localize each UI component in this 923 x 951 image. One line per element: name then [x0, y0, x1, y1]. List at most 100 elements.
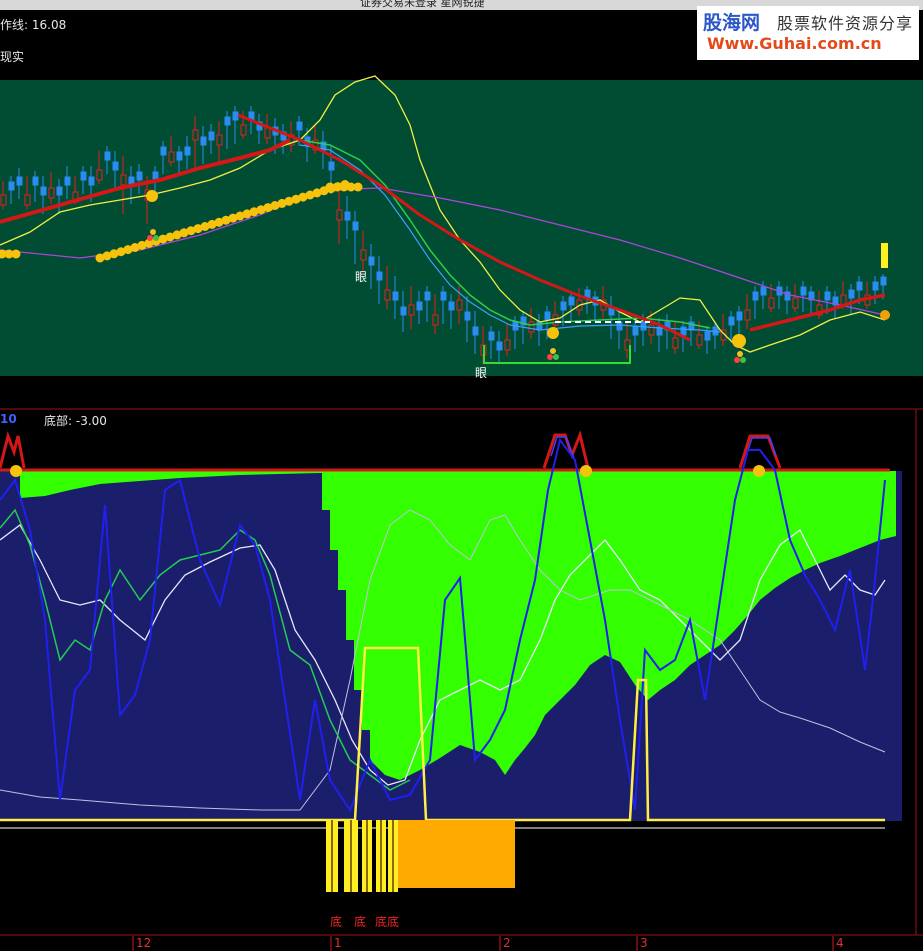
candle-body — [112, 161, 119, 171]
orange-volume-block — [398, 820, 515, 888]
signal-yellow-bar — [881, 243, 888, 268]
candle-body — [736, 311, 743, 321]
candle-body — [232, 111, 239, 121]
candle-body — [216, 134, 223, 146]
candle-body — [224, 116, 231, 126]
candle-body — [0, 194, 7, 206]
candle-body — [392, 291, 399, 301]
candle-body — [80, 171, 87, 181]
x-tick-label: 12 — [136, 936, 151, 950]
candle-body — [504, 339, 511, 351]
x-tick-label: 1 — [334, 936, 342, 950]
candle-body — [96, 169, 103, 181]
candle-body — [8, 181, 15, 191]
candle-body — [768, 297, 775, 309]
smiley-icon — [547, 327, 559, 339]
watermark-logo: 股海网 股票软件资源分享 Www.Guhai.com.cn — [697, 6, 919, 60]
candle-body — [24, 194, 31, 206]
candle-body — [648, 324, 655, 336]
yellow-bar-cluster — [326, 820, 398, 892]
candle-body — [528, 321, 535, 333]
candle-body — [800, 286, 807, 296]
candle-body — [56, 186, 63, 196]
candle-body — [16, 176, 23, 186]
x-tick-label: 2 — [503, 936, 511, 950]
candle-body — [640, 321, 647, 331]
candle-body — [384, 289, 391, 301]
candle-body — [120, 174, 127, 186]
candle-body — [328, 161, 335, 171]
smiley-icon — [732, 334, 746, 348]
candle-body — [672, 337, 679, 349]
smiley-icon — [753, 465, 765, 477]
candle-body — [880, 276, 887, 286]
candle-body — [856, 281, 863, 291]
bottom-signal-label: 底底 — [375, 914, 399, 929]
candle-body — [208, 131, 215, 141]
candle-body — [728, 316, 735, 326]
candle-body — [552, 314, 559, 326]
candle-body — [32, 176, 39, 186]
candle-body — [848, 289, 855, 299]
upper-panel-background — [0, 80, 923, 376]
gold-dot — [353, 182, 363, 192]
candle-body — [792, 297, 799, 309]
candle-body — [416, 301, 423, 311]
candle-body — [48, 187, 55, 199]
candle-body — [496, 341, 503, 351]
candle-body — [872, 281, 879, 291]
candle-body — [336, 209, 343, 221]
x-tick-label: 3 — [640, 936, 648, 950]
candle-body — [264, 127, 271, 139]
candle-body — [544, 311, 551, 321]
candle-body — [192, 129, 199, 141]
candle-body — [744, 309, 751, 321]
candle-body — [136, 171, 143, 181]
candle-body — [760, 286, 767, 296]
candle-body — [352, 221, 359, 231]
candle-body — [360, 249, 367, 261]
candle-body — [440, 291, 447, 301]
candle-body — [696, 334, 703, 346]
candle-body — [168, 151, 175, 163]
x-axis-ticks: 12 1 2 3 4 — [132, 936, 844, 951]
bottom-signal-label: 底 — [330, 914, 342, 929]
lower-right-edge — [896, 471, 902, 821]
candle-body — [472, 326, 479, 336]
candle-body — [752, 291, 759, 301]
top-signal-red — [0, 430, 890, 472]
bottom-indicator-label: 底部: -3.00 — [44, 414, 107, 428]
eye-marker-2: 眼 — [475, 366, 487, 380]
candle-body — [176, 151, 183, 161]
candle-body — [632, 326, 639, 336]
candle-body — [40, 186, 47, 196]
candle-body — [408, 304, 415, 316]
bottom-signal-label: 底 — [354, 914, 366, 929]
watermark-brand: 股海网 — [703, 12, 761, 34]
candle-body — [160, 146, 167, 156]
candle-body — [200, 136, 207, 146]
smiley-icon — [146, 190, 158, 202]
candle-body — [704, 331, 711, 341]
candle-body — [432, 314, 439, 326]
candle-body — [424, 291, 431, 301]
smiley-icon — [580, 465, 592, 477]
candle-body — [568, 296, 575, 306]
smiley-icon — [10, 465, 22, 477]
candle-body — [488, 331, 495, 341]
watermark-slogan: 股票软件资源分享 — [777, 14, 914, 33]
candle-body — [296, 121, 303, 131]
candle-body — [616, 321, 623, 331]
candle-body — [104, 151, 111, 161]
candle-body — [400, 306, 407, 316]
candle-body — [88, 176, 95, 186]
candle-body — [376, 271, 383, 281]
support-line-label: 作线: 16.08 — [0, 18, 67, 32]
candle-body — [184, 146, 191, 156]
candle-body — [560, 301, 567, 311]
candle-body — [64, 176, 71, 186]
strategy-label: 现实 — [0, 50, 25, 64]
candle-body — [240, 124, 247, 136]
candle-body — [464, 311, 471, 321]
candle-body — [824, 291, 831, 301]
